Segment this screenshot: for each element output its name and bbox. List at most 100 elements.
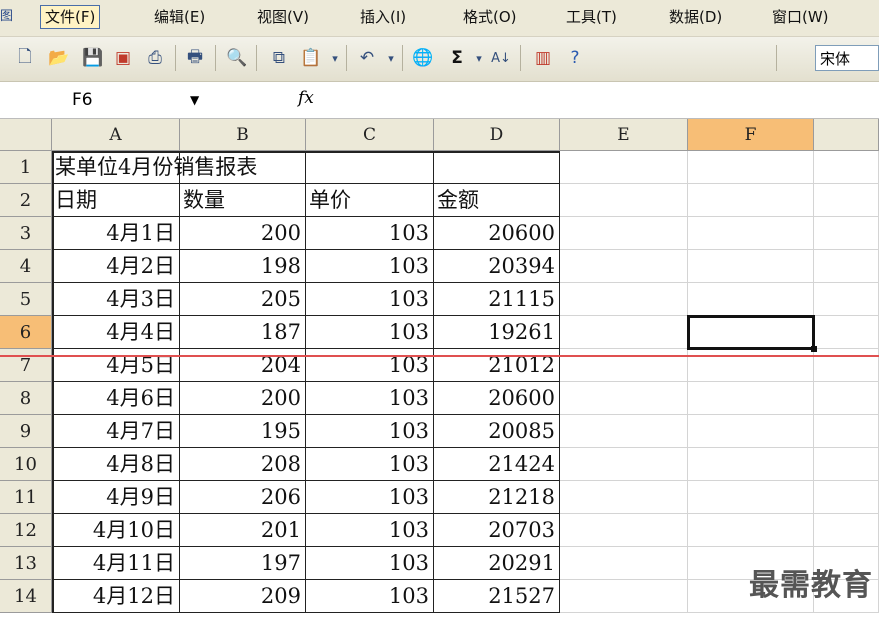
formula-input[interactable] (322, 86, 879, 114)
paste-dropdown-icon[interactable]: ▾ (324, 47, 346, 69)
cell-d6[interactable]: 19261 (434, 316, 560, 349)
empty-cell[interactable] (688, 349, 814, 382)
empty-cell[interactable] (688, 448, 814, 481)
cell-a7[interactable]: 4月5日 (52, 349, 180, 382)
save-icon[interactable]: 💾 (82, 47, 104, 69)
undo-icon[interactable]: ↶ (356, 47, 378, 69)
cell-c1[interactable] (306, 151, 434, 184)
help-icon[interactable]: ? (564, 47, 586, 69)
name-box[interactable]: F6 ▼ (0, 86, 210, 114)
cell-a9[interactable]: 4月7日 (52, 415, 180, 448)
insert-function-icon[interactable]: fx (298, 88, 314, 108)
row-header[interactable]: 3 (0, 217, 52, 250)
cell-b8[interactable]: 200 (180, 382, 306, 415)
cell-c14[interactable]: 103 (306, 580, 434, 613)
font-name-field[interactable]: 宋体 (815, 45, 879, 71)
sort-ascending-icon[interactable]: A↓ (490, 47, 512, 69)
empty-cell[interactable] (814, 316, 879, 349)
row-header[interactable]: 7 (0, 349, 52, 382)
hyperlink-icon[interactable]: 🌐 (412, 47, 434, 69)
cell-c12[interactable]: 103 (306, 514, 434, 547)
empty-cell[interactable] (814, 283, 879, 316)
empty-cell[interactable] (560, 349, 688, 382)
row-header[interactable]: 13 (0, 547, 52, 580)
menu-format[interactable]: 格式(O) (459, 5, 521, 29)
cell-d2[interactable]: 金额 (434, 184, 560, 217)
cell-d10[interactable]: 21424 (434, 448, 560, 481)
empty-cell[interactable] (814, 448, 879, 481)
empty-cell[interactable] (688, 250, 814, 283)
paste-icon[interactable]: 📋 (300, 47, 322, 69)
empty-cell[interactable] (560, 415, 688, 448)
empty-cell[interactable] (688, 481, 814, 514)
empty-cell[interactable] (560, 217, 688, 250)
empty-cell[interactable] (560, 151, 688, 184)
select-all-corner[interactable] (0, 119, 52, 151)
column-header-g[interactable] (814, 119, 879, 151)
empty-cell[interactable] (560, 283, 688, 316)
fill-handle[interactable] (811, 346, 817, 352)
cell-a12[interactable]: 4月10日 (52, 514, 180, 547)
cell-c2[interactable]: 单价 (306, 184, 434, 217)
autosum-icon[interactable]: Σ (446, 47, 468, 69)
cell-c8[interactable]: 103 (306, 382, 434, 415)
copy-icon[interactable]: ⧉ (268, 47, 290, 69)
empty-cell[interactable] (560, 481, 688, 514)
cell-c5[interactable]: 103 (306, 283, 434, 316)
row-header[interactable]: 6 (0, 316, 52, 349)
row-header[interactable]: 8 (0, 382, 52, 415)
cell-d9[interactable]: 20085 (434, 415, 560, 448)
chart-wizard-icon[interactable]: ▥ (532, 47, 554, 69)
cell-d11[interactable]: 21218 (434, 481, 560, 514)
cell-d14[interactable]: 21527 (434, 580, 560, 613)
cell-c13[interactable]: 103 (306, 547, 434, 580)
menu-insert[interactable]: 插入(I) (356, 5, 410, 29)
cell-c9[interactable]: 103 (306, 415, 434, 448)
cell-a3[interactable]: 4月1日 (52, 217, 180, 250)
chevron-down-icon[interactable]: ▼ (190, 86, 199, 114)
empty-cell[interactable] (688, 415, 814, 448)
cell-a8[interactable]: 4月6日 (52, 382, 180, 415)
cell-d13[interactable]: 20291 (434, 547, 560, 580)
row-header[interactable]: 1 (0, 151, 52, 184)
cell-d1[interactable] (434, 151, 560, 184)
cell-c4[interactable]: 103 (306, 250, 434, 283)
row-header[interactable]: 12 (0, 514, 52, 547)
cell-d4[interactable]: 20394 (434, 250, 560, 283)
cell-d8[interactable]: 20600 (434, 382, 560, 415)
cell-b9[interactable]: 195 (180, 415, 306, 448)
empty-cell[interactable] (814, 184, 879, 217)
cell-b7[interactable]: 204 (180, 349, 306, 382)
empty-cell[interactable] (560, 184, 688, 217)
empty-cell[interactable] (560, 547, 688, 580)
column-header-d[interactable]: D (434, 119, 560, 151)
cell-b6[interactable]: 187 (180, 316, 306, 349)
row-header[interactable]: 9 (0, 415, 52, 448)
empty-cell[interactable] (688, 283, 814, 316)
empty-cell[interactable] (814, 250, 879, 283)
row-header[interactable]: 4 (0, 250, 52, 283)
cell-a1[interactable]: 某单位4月份销售报表 (52, 151, 257, 184)
empty-cell[interactable] (560, 250, 688, 283)
app-icon[interactable]: 图 (0, 5, 30, 29)
undo-dropdown-icon[interactable]: ▾ (380, 47, 402, 69)
empty-cell[interactable] (688, 217, 814, 250)
new-icon[interactable]: 🗋 (14, 47, 36, 69)
cell-c11[interactable]: 103 (306, 481, 434, 514)
cell-d12[interactable]: 20703 (434, 514, 560, 547)
empty-cell[interactable] (688, 151, 814, 184)
permission-icon[interactable]: ▣ (112, 47, 134, 69)
cell-a14[interactable]: 4月12日 (52, 580, 180, 613)
cell-b10[interactable]: 208 (180, 448, 306, 481)
cell-c3[interactable]: 103 (306, 217, 434, 250)
print-preview-icon[interactable]: ⎙ (144, 47, 166, 69)
column-header-c[interactable]: C (306, 119, 434, 151)
column-header-f[interactable]: F (688, 119, 814, 151)
cell-c7[interactable]: 103 (306, 349, 434, 382)
cell-b2[interactable]: 数量 (180, 184, 306, 217)
cell-d5[interactable]: 21115 (434, 283, 560, 316)
cell-a10[interactable]: 4月8日 (52, 448, 180, 481)
menu-window[interactable]: 窗口(W) (768, 5, 833, 29)
open-icon[interactable]: 📂 (48, 47, 70, 69)
cell-b13[interactable]: 197 (180, 547, 306, 580)
